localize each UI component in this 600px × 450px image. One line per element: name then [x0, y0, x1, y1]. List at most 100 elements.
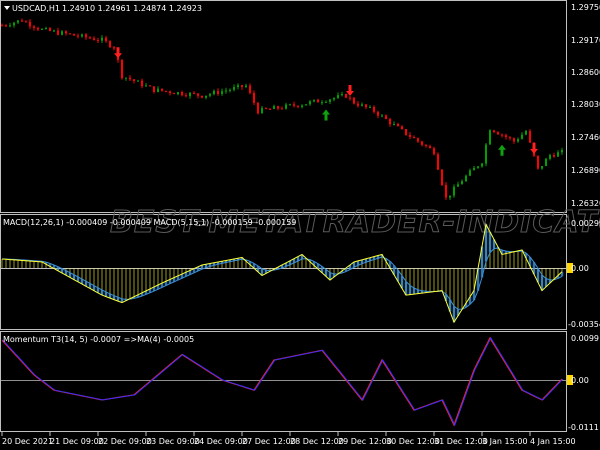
candle — [49, 28, 51, 31]
buy-arrow-icon — [498, 144, 506, 156]
momentum-panel-border — [0, 331, 567, 432]
candle — [417, 138, 419, 142]
candle — [405, 129, 407, 135]
dropdown-triangle-icon[interactable] — [4, 6, 10, 10]
candle — [549, 155, 551, 159]
candle — [209, 94, 211, 96]
candle — [497, 132, 499, 135]
candle — [153, 86, 155, 93]
candle — [293, 104, 295, 106]
candle — [41, 28, 43, 30]
candle — [449, 195, 451, 198]
candle — [401, 126, 403, 130]
candle — [89, 37, 91, 39]
candle — [85, 34, 87, 38]
candle — [129, 77, 131, 80]
macd-tick: 0.00 — [571, 264, 589, 273]
candle — [457, 184, 459, 187]
sell-arrow-icon — [530, 142, 538, 154]
candle — [421, 141, 423, 145]
time-tick-label: 22 Dec 09:00 — [98, 437, 152, 446]
candle — [501, 134, 503, 136]
candle — [313, 99, 315, 102]
candle — [321, 102, 323, 104]
candle — [325, 101, 327, 103]
candle — [137, 80, 139, 82]
candle — [425, 144, 427, 147]
candle — [165, 90, 167, 92]
candle — [381, 115, 383, 117]
sell-arrow-icon — [114, 47, 122, 59]
macd-tick: 0.00299 — [571, 219, 600, 228]
candle — [121, 60, 123, 79]
candle — [57, 30, 59, 35]
candle — [305, 104, 307, 106]
candle — [25, 21, 27, 23]
candle — [481, 163, 483, 167]
candle — [537, 155, 539, 169]
candle — [217, 90, 219, 94]
candle — [273, 106, 275, 109]
candle — [249, 85, 251, 93]
candle — [397, 123, 399, 127]
candle — [349, 97, 351, 99]
price-tick: 1.29750 — [571, 3, 600, 12]
time-tick-label: 30 Dec 12:00 — [386, 437, 440, 446]
price-tick: 1.26320 — [571, 199, 600, 208]
candle — [265, 107, 267, 109]
candle — [45, 28, 47, 30]
candle — [393, 123, 395, 125]
main-panel-border — [0, 0, 567, 213]
candle — [181, 92, 183, 96]
candle — [365, 104, 367, 108]
candle — [301, 105, 303, 107]
candle — [445, 184, 447, 198]
candle — [505, 135, 507, 138]
candle — [289, 104, 291, 106]
candle — [257, 102, 259, 114]
candle — [385, 115, 387, 120]
candle — [493, 130, 495, 133]
candle — [229, 89, 231, 91]
candles-layer — [1, 18, 563, 201]
candle — [81, 34, 83, 37]
candle — [37, 27, 39, 30]
candle — [237, 85, 239, 88]
momentum-layer — [1, 336, 564, 427]
candle — [261, 107, 263, 114]
candle — [101, 37, 103, 41]
candle — [253, 92, 255, 103]
candle — [73, 33, 75, 36]
candle — [113, 47, 115, 49]
momentum-ma-line — [2, 336, 564, 427]
candle — [65, 31, 67, 34]
candle — [433, 148, 435, 155]
candle — [561, 150, 563, 153]
price-tick: 1.26890 — [571, 166, 600, 175]
candle — [161, 88, 163, 91]
candle — [345, 94, 347, 98]
chart-window[interactable]: BEST-METATRADER-INDICATORS.COM USDCAD,H1… — [0, 0, 600, 450]
candle — [201, 95, 203, 98]
candle — [329, 99, 331, 102]
candle — [269, 108, 271, 110]
candle — [169, 91, 171, 94]
candle — [285, 104, 287, 109]
candle — [557, 152, 559, 157]
candle — [377, 111, 379, 116]
chart-canvas[interactable]: BEST-METATRADER-INDICATORS.COM USDCAD,H1… — [0, 0, 600, 450]
candle — [297, 105, 299, 107]
candle — [373, 106, 375, 112]
price-tick: 1.29170 — [571, 36, 600, 45]
symbol-title: USDCAD,H1 — [12, 4, 60, 13]
candle — [189, 92, 191, 97]
candle — [341, 94, 343, 96]
macd-tick: -0.003543 — [568, 320, 600, 329]
candle — [461, 181, 463, 185]
candle — [109, 41, 111, 48]
time-tick-label: 21 Dec 09:00 — [50, 437, 104, 446]
candle — [205, 95, 207, 98]
candle — [389, 119, 391, 125]
candle — [357, 103, 359, 106]
candle — [545, 158, 547, 167]
